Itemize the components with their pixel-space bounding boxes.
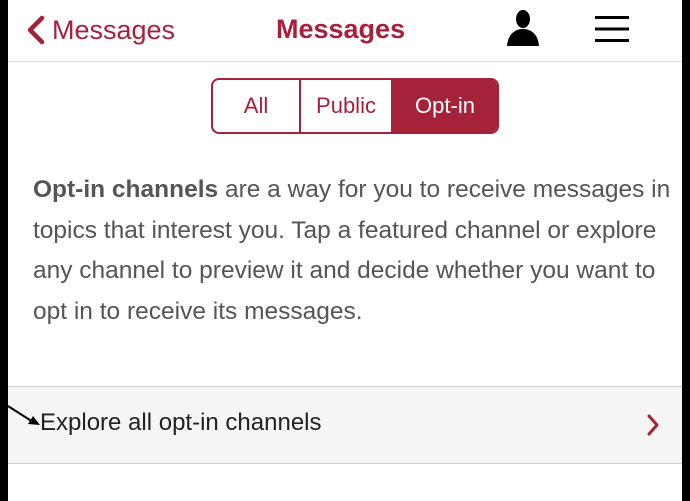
tab-all[interactable]: All <box>213 80 301 132</box>
content-area: Messages Messages All Public Opt-in Opt-… <box>8 0 682 501</box>
page-title: Messages <box>276 14 406 44</box>
back-button-label: Messages <box>52 14 176 45</box>
navigation-bar: Messages Messages <box>8 0 682 62</box>
person-icon[interactable] <box>503 8 543 48</box>
hamburger-menu-icon[interactable] <box>593 14 631 44</box>
opt-in-description: Opt-in channels are a way for you to rec… <box>33 170 673 332</box>
chevron-left-icon <box>27 15 45 45</box>
explore-row-label: Explore all opt-in channels <box>40 409 322 436</box>
tab-public[interactable]: Public <box>301 80 393 132</box>
frame-border-right <box>682 0 690 501</box>
description-bold-lead: Opt-in channels <box>33 176 219 203</box>
annotation-arrow-icon <box>7 405 40 425</box>
explore-opt-in-channels-row[interactable]: Explore all opt-in channels <box>8 386 682 464</box>
app-screen: Messages Messages All Public Opt-in Opt-… <box>0 0 690 501</box>
channel-filter-segmented-control: All Public Opt-in <box>211 78 499 134</box>
back-button[interactable]: Messages <box>26 8 175 52</box>
chevron-right-icon <box>647 414 659 436</box>
tab-opt-in[interactable]: Opt-in <box>393 80 497 132</box>
